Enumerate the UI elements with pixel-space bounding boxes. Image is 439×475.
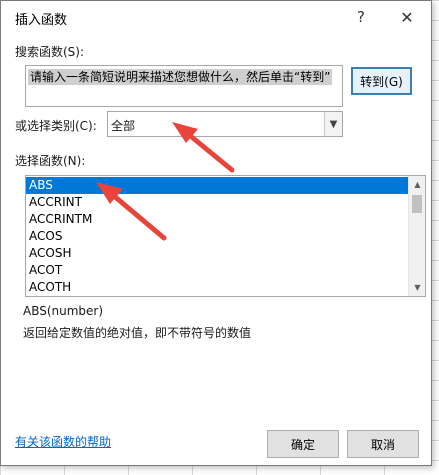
search-input-text: 请输入一条简短说明来描述您想做什么，然后单击“转到” — [28, 69, 333, 85]
function-item-accrint[interactable]: ACCRINT — [26, 194, 408, 211]
go-button[interactable]: 转到(G) — [351, 67, 412, 95]
search-input[interactable]: 请输入一条简短说明来描述您想做什么，然后单击“转到” — [25, 65, 343, 107]
function-item-abs[interactable]: ABS — [26, 177, 408, 194]
chevron-down-icon[interactable]: ▼ — [324, 112, 342, 136]
function-listbox[interactable]: ABS ACCRINT ACCRINTM ACOS ACOSH ACOT ACO… — [25, 175, 426, 297]
function-help-link[interactable]: 有关该函数的帮助 — [15, 433, 111, 450]
category-label: 或选择类别(C): — [15, 119, 97, 133]
help-icon[interactable]: ? — [341, 1, 381, 33]
list-scrollbar[interactable]: ▲ ▼ — [408, 176, 425, 296]
ok-button[interactable]: 确定 — [267, 430, 339, 458]
insert-function-dialog: 插入函数 ? ✕ 搜索函数(S): 请输入一条简短说明来描述您想做什么，然后单击… — [0, 0, 432, 466]
category-select-value: 全部 — [111, 119, 136, 133]
function-item-acosh[interactable]: ACOSH — [26, 245, 408, 262]
scrollbar-thumb[interactable] — [412, 195, 422, 213]
scroll-up-icon[interactable]: ▲ — [409, 176, 425, 193]
search-label: 搜索函数(S): — [15, 45, 85, 59]
function-item-acoth[interactable]: ACOTH — [26, 279, 408, 296]
function-item-acot[interactable]: ACOT — [26, 262, 408, 279]
dialog-titlebar: 插入函数 ? ✕ — [1, 1, 431, 33]
function-item-accrintm[interactable]: ACCRINTM — [26, 211, 408, 228]
scroll-down-icon[interactable]: ▼ — [409, 279, 425, 296]
category-select[interactable]: 全部 ▼ — [107, 111, 343, 137]
cancel-button[interactable]: 取消 — [347, 430, 419, 458]
function-list-label: 选择函数(N): — [15, 154, 86, 168]
dialog-title: 插入函数 — [15, 13, 68, 28]
function-item-acos[interactable]: ACOS — [26, 228, 408, 245]
function-signature: ABS(number) — [23, 304, 104, 318]
close-icon[interactable]: ✕ — [387, 1, 427, 33]
function-description: 返回给定数值的绝对值，即不带符号的数值 — [23, 326, 252, 340]
